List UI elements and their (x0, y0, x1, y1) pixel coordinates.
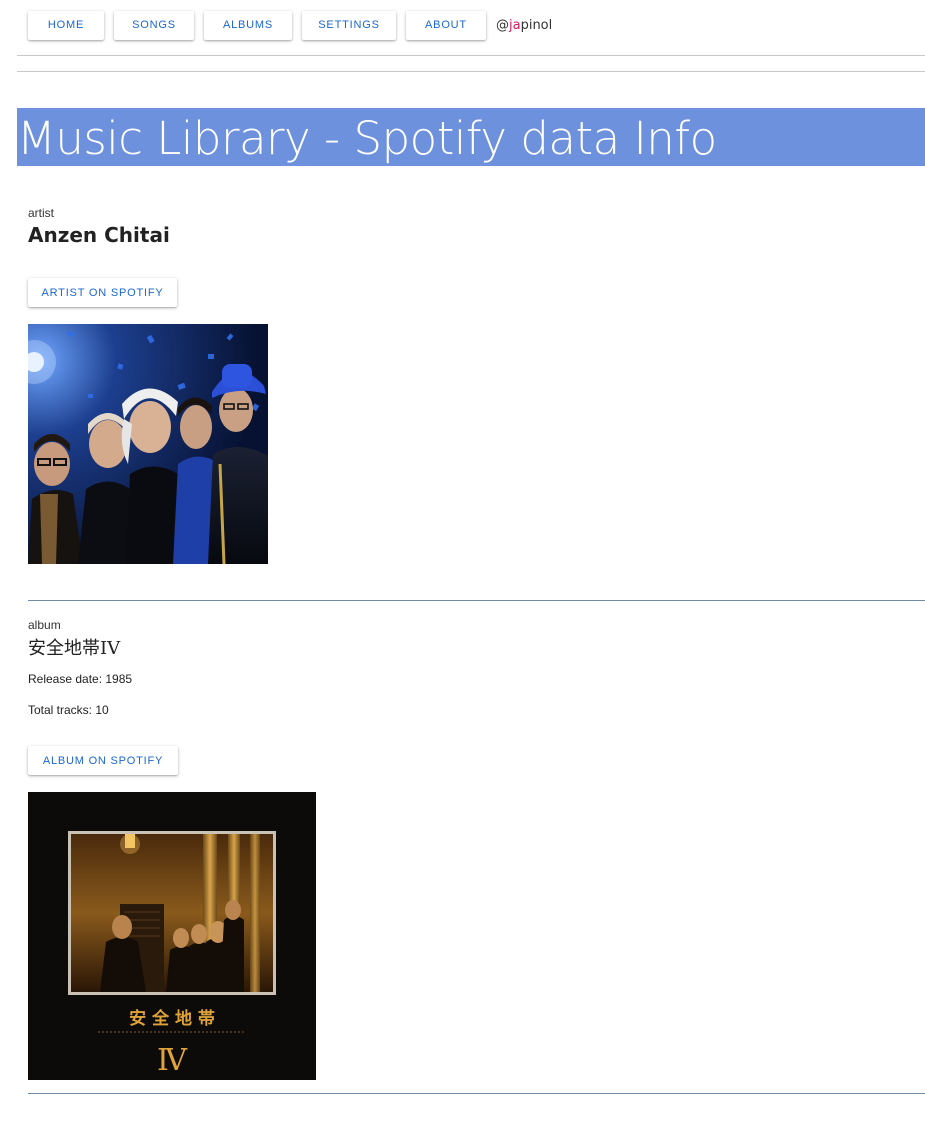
artist-name: Anzen Chitai (28, 223, 170, 247)
brand-prefix: @ (496, 17, 509, 33)
nav-about-button[interactable]: ABOUT (406, 10, 486, 40)
page-title-bar: Music Library - Spotify data Info (17, 108, 925, 166)
brand-suffix: pinol (520, 17, 553, 33)
album-name: 安全地帯IV (28, 638, 121, 659)
album-cover-numeral: Ⅳ (157, 1043, 188, 1078)
section-divider (28, 600, 925, 601)
nav-divider-bottom (17, 71, 925, 72)
top-nav: HOME SONGS ALBUMS SETTINGS ABOUT @japino… (28, 10, 552, 40)
page-title: Music Library - Spotify data Info (17, 112, 717, 165)
album-release-date: Release date: 1985 (28, 672, 133, 686)
artist-section-label: artist (28, 206, 55, 220)
album-section-label: album (28, 618, 61, 632)
brand-highlight: ja (509, 17, 521, 33)
nav-albums-button[interactable]: ALBUMS (204, 10, 292, 40)
nav-divider-top (17, 55, 925, 56)
nav-home-button[interactable]: HOME (28, 10, 104, 40)
artist-image (28, 324, 268, 564)
artist-on-spotify-button[interactable]: ARTIST ON SPOTIFY (28, 278, 177, 307)
section-divider-bottom (28, 1093, 925, 1094)
nav-settings-button[interactable]: SETTINGS (302, 10, 396, 40)
nav-songs-button[interactable]: SONGS (114, 10, 194, 40)
album-on-spotify-button[interactable]: ALBUM ON SPOTIFY (28, 746, 178, 775)
brand-handle: @japinol (496, 18, 552, 33)
album-cover-image: 安 全 地 帯 Ⅳ (28, 792, 316, 1080)
album-cover-title: 安 全 地 帯 (129, 1008, 215, 1029)
album-total-tracks: Total tracks: 10 (28, 703, 109, 717)
